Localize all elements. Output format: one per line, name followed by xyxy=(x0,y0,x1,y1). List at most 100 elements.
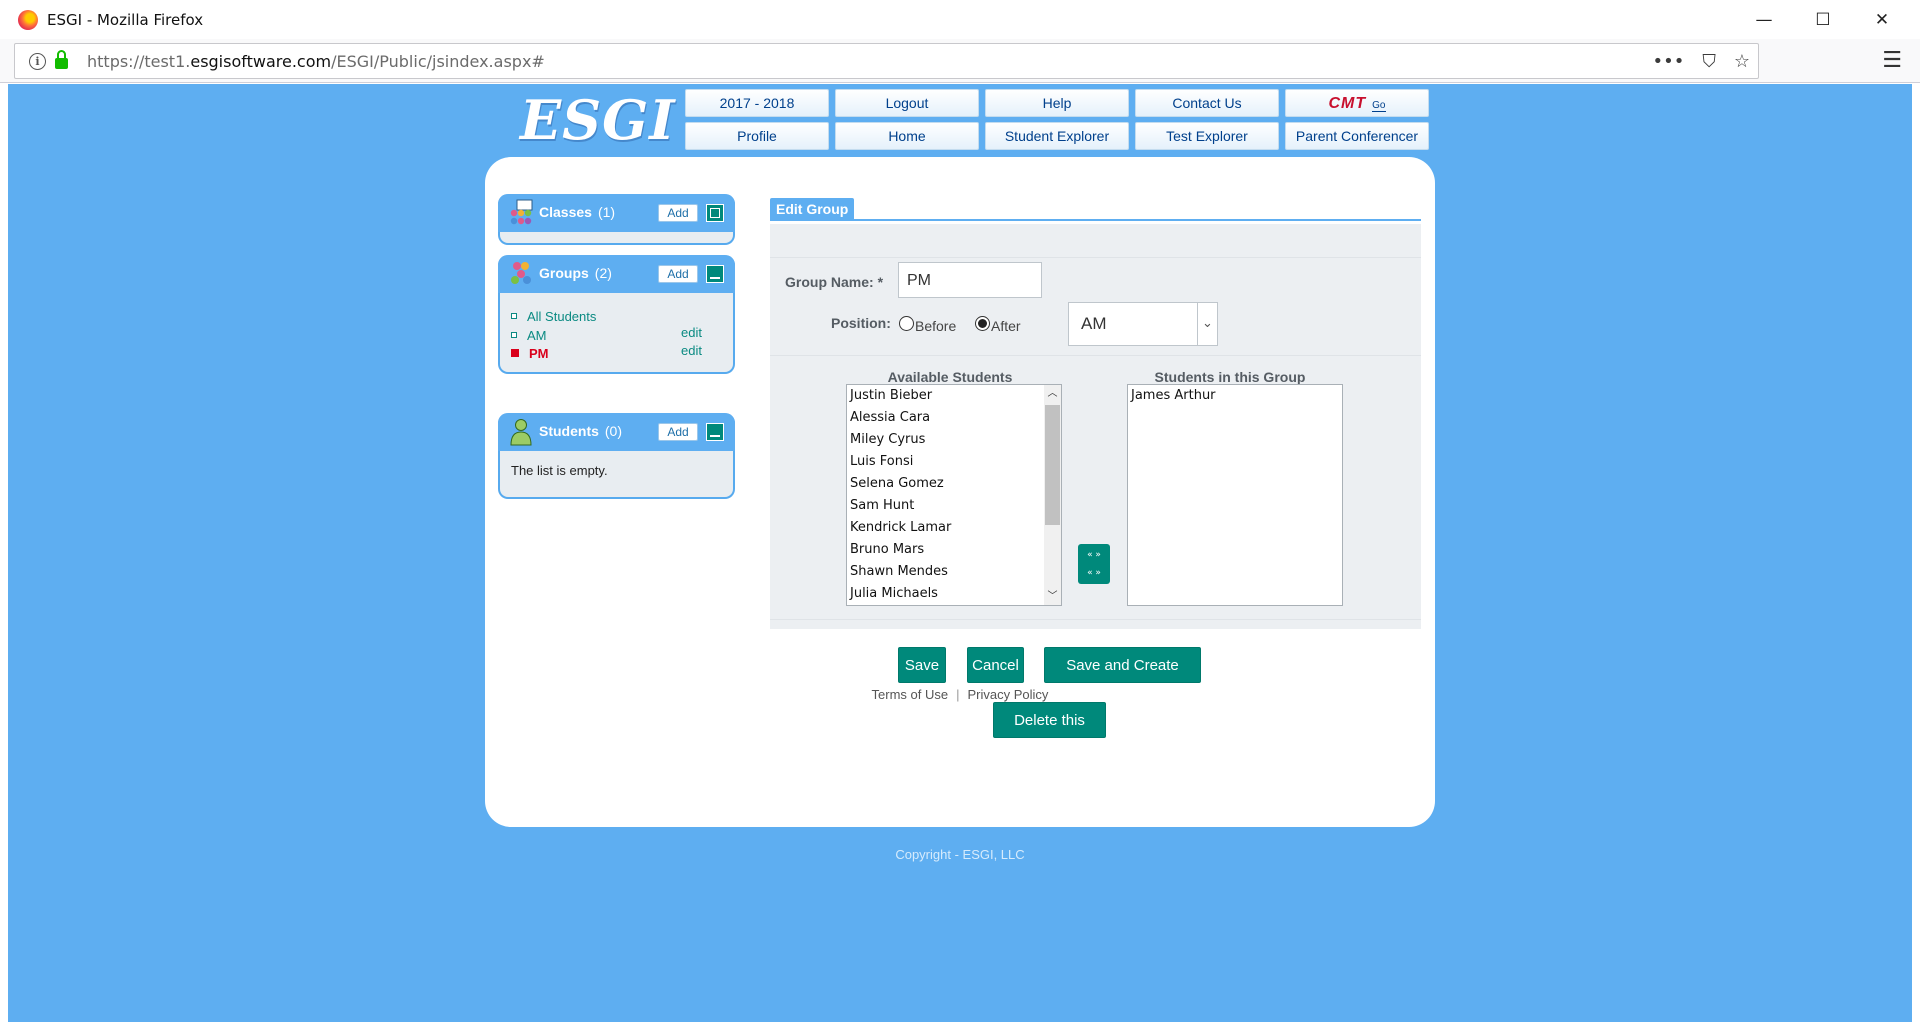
list-item[interactable]: Julia Michaels xyxy=(847,583,1061,605)
url-domain: esgisoftware.com xyxy=(190,51,332,71)
list-item[interactable]: Alessia Cara xyxy=(847,407,1061,429)
collapse-students-icon[interactable] xyxy=(706,423,724,441)
position-after-radio[interactable] xyxy=(975,316,990,331)
group-label: PM xyxy=(529,345,549,361)
save-button[interactable]: Save xyxy=(898,647,946,683)
window-title: ESGI - Mozilla Firefox xyxy=(47,10,204,29)
divider xyxy=(770,619,1421,620)
esgi-logo: ESGI xyxy=(520,88,676,152)
position-group-value: AM xyxy=(1081,314,1107,333)
nav-test-explorer[interactable]: Test Explorer xyxy=(1135,122,1279,150)
group-label: AM xyxy=(527,327,547,343)
site-info-icon[interactable]: i xyxy=(29,52,46,70)
page-actions-icon[interactable]: ••• xyxy=(1653,51,1685,72)
students-panel: Students (0) Add The list is empty. xyxy=(498,413,735,499)
nav-profile[interactable]: Profile xyxy=(685,122,829,150)
list-scrollbar[interactable]: ︿ ﹀ xyxy=(1044,385,1061,605)
nav-school-year[interactable]: 2017 - 2018 xyxy=(685,89,829,117)
list-item[interactable]: Selena Gomez xyxy=(847,473,1061,495)
classes-icon xyxy=(510,199,533,225)
nav-logout[interactable]: Logout xyxy=(835,89,979,117)
menu-icon[interactable]: ☰ xyxy=(1882,48,1902,73)
cmt-go-label: Go xyxy=(1372,100,1386,112)
add-class-button[interactable]: Add xyxy=(658,204,698,222)
add-group-button[interactable]: Add xyxy=(658,265,698,283)
position-group-select[interactable]: AM ⌄ xyxy=(1068,302,1218,346)
manage-classes-icon[interactable] xyxy=(706,204,724,222)
group-name-input[interactable]: PM xyxy=(898,262,1042,298)
terms-of-use-link[interactable]: Terms of Use xyxy=(872,687,949,702)
nav-student-explorer[interactable]: Student Explorer xyxy=(985,122,1129,150)
chevron-down-icon: ⌄ xyxy=(1197,303,1217,345)
list-item[interactable]: Sam Hunt xyxy=(847,495,1061,517)
students-in-group-list[interactable]: James Arthur xyxy=(1127,384,1343,606)
position-before-radio[interactable] xyxy=(899,316,914,331)
students-title-text: Students xyxy=(539,423,599,439)
nav-home[interactable]: Home xyxy=(835,122,979,150)
nav-help[interactable]: Help xyxy=(985,89,1129,117)
nav-contact-us[interactable]: Contact Us xyxy=(1135,89,1279,117)
groups-icon xyxy=(511,262,531,284)
classes-panel: Classes (1) Add xyxy=(498,194,735,245)
edit-group-pm-link[interactable]: edit xyxy=(681,343,702,358)
student-icon xyxy=(510,419,532,446)
nav-parent-conferencer[interactable]: Parent Conferencer xyxy=(1285,122,1429,150)
close-window-button[interactable]: ✕ xyxy=(1853,0,1911,39)
edit-group-am-link[interactable]: edit xyxy=(681,325,702,340)
scroll-down-icon[interactable]: ﹀ xyxy=(1044,588,1061,605)
students-count: (0) xyxy=(604,423,623,439)
position-label: Position: xyxy=(831,315,891,331)
url-prefix: https://test1. xyxy=(87,51,191,71)
groups-panel-header: Groups (2) Add xyxy=(498,255,735,293)
privacy-policy-link[interactable]: Privacy Policy xyxy=(968,687,1049,702)
group-item-pm[interactable]: PM xyxy=(511,344,549,362)
list-item[interactable]: Luis Fonsi xyxy=(847,451,1061,473)
position-before-label: Before xyxy=(915,318,957,334)
url-text[interactable]: https://test1.esgisoftware.com/ESGI/Publ… xyxy=(87,52,545,71)
move-students-button[interactable]: « » « » xyxy=(1078,544,1110,584)
save-and-create-another-button[interactable]: Save and Create Another xyxy=(1044,647,1201,710)
cancel-button[interactable]: Cancel xyxy=(967,647,1024,683)
nav-cmt-go[interactable]: CMT Go xyxy=(1285,89,1429,117)
groups-title: Groups (2) xyxy=(539,265,612,281)
list-item[interactable]: Bruno Mars xyxy=(847,539,1061,561)
navigation-toolbar: i https://test1.esgisoftware.com/ESGI/Pu… xyxy=(0,39,1920,83)
list-item[interactable]: James Arthur xyxy=(1128,385,1342,407)
classes-title-text: Classes xyxy=(539,204,592,220)
list-item[interactable]: Miley Cyrus xyxy=(847,429,1061,451)
list-item[interactable]: Kendrick Lamar xyxy=(847,517,1061,539)
groups-title-text: Groups xyxy=(539,265,589,281)
tab-edit-group[interactable]: Edit Group xyxy=(770,198,855,221)
available-students-header: Available Students xyxy=(887,369,1013,385)
group-name-label: Group Name: * xyxy=(785,274,884,290)
copyright-text: Copyright - ESGI, LLC xyxy=(895,847,1025,862)
delete-group-button[interactable]: Delete this Group xyxy=(993,702,1106,765)
list-item[interactable]: Justin Bieber xyxy=(847,385,1061,407)
classes-panel-header: Classes (1) Add xyxy=(498,194,735,232)
url-path: /ESGI/Public/jsindex.aspx# xyxy=(331,51,545,71)
bullet-icon xyxy=(511,332,517,338)
groups-count: (2) xyxy=(594,265,612,281)
students-empty-text: The list is empty. xyxy=(511,463,608,478)
list-item[interactable]: Shawn Mendes xyxy=(847,561,1061,583)
collapse-groups-icon[interactable] xyxy=(706,265,724,283)
main-card: Classes (1) Add Groups (2) Add All Student… xyxy=(485,157,1435,827)
pocket-icon[interactable]: ⛉ xyxy=(1702,51,1716,72)
groups-panel: Groups (2) Add All Students AM edit PM ed… xyxy=(498,255,735,374)
lock-icon xyxy=(55,50,68,69)
add-student-button[interactable]: Add xyxy=(658,423,698,441)
minimize-button[interactable]: — xyxy=(1735,0,1793,39)
footer-links: Terms of Use | Privacy Policy xyxy=(485,687,1435,702)
address-bar[interactable]: i https://test1.esgisoftware.com/ESGI/Pu… xyxy=(14,43,1759,79)
bookmark-star-icon[interactable]: ☆ xyxy=(1734,51,1750,72)
scroll-thumb[interactable] xyxy=(1045,405,1060,525)
group-item-am[interactable]: AM xyxy=(511,326,547,344)
classes-title: Classes (1) xyxy=(539,204,615,220)
group-item-all-students[interactable]: All Students xyxy=(511,307,596,325)
maximize-button[interactable]: ☐ xyxy=(1794,0,1852,39)
available-students-list[interactable]: Justin Bieber Alessia Cara Miley Cyrus L… xyxy=(846,384,1062,606)
group-label: All Students xyxy=(527,308,597,324)
scroll-up-icon[interactable]: ︿ xyxy=(1044,385,1061,402)
firefox-logo-icon xyxy=(18,9,38,30)
active-bullet-icon xyxy=(511,349,519,357)
